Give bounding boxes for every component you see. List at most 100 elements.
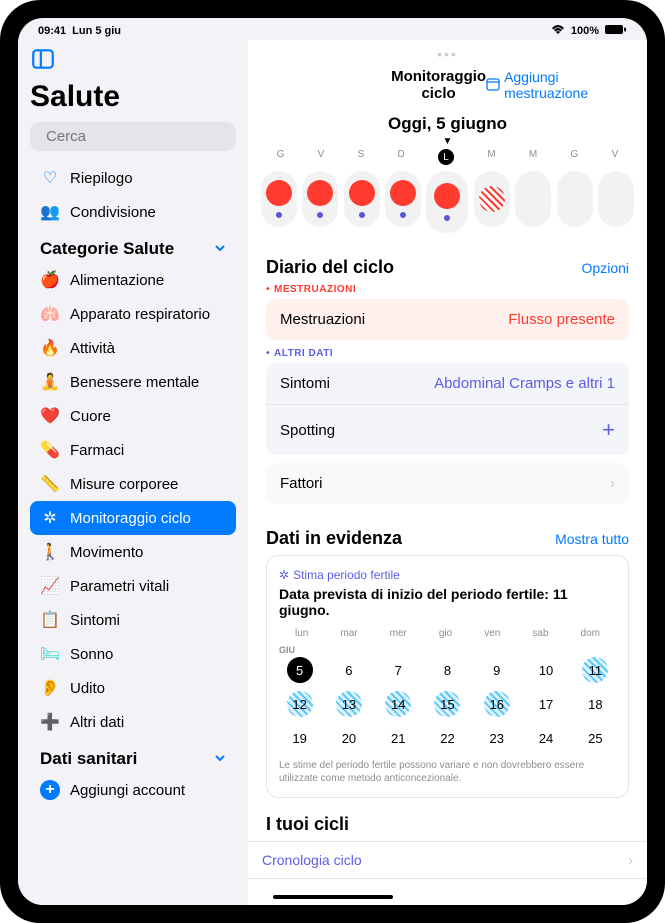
main-content: ••• Monitoraggio ciclo Aggiungi mestruaz… (248, 40, 647, 905)
calendar-day[interactable]: 20 (336, 725, 362, 751)
month-label: GIU (279, 645, 616, 655)
data-logged-dot (444, 215, 450, 221)
search-box[interactable] (30, 122, 236, 151)
flow-predicted (479, 186, 505, 212)
factors-row[interactable]: Fattori › (266, 463, 629, 504)
show-all-button[interactable]: Mostra tutto (555, 531, 629, 547)
cycle-day-oval[interactable] (426, 171, 468, 233)
cycle-icon: ✲ (279, 568, 289, 582)
nav-item-riepilogo[interactable]: ♡Riepilogo (30, 161, 236, 195)
category-icon: 🧘 (40, 372, 60, 392)
sidebar-toggle-icon[interactable] (30, 46, 60, 76)
calendar-day[interactable]: 18 (582, 691, 608, 717)
category-icon: 👂 (40, 678, 60, 698)
nav-item-condivisione[interactable]: 👥Condivisione (30, 195, 236, 229)
calendar-day[interactable]: 25 (582, 725, 608, 751)
flow-indicator (434, 183, 460, 209)
category-parametri-vitali[interactable]: 📈Parametri vitali (30, 569, 236, 603)
plus-circle-icon: + (40, 780, 60, 800)
cycle-day-oval[interactable] (385, 171, 421, 227)
chevron-right-icon: › (610, 475, 615, 492)
home-indicator[interactable] (273, 895, 393, 899)
calendar-day[interactable]: 6 (336, 657, 362, 683)
cycle-day-oval[interactable] (344, 171, 380, 227)
status-time: 09:41 (38, 25, 66, 37)
diary-title: Diario del ciclo (266, 257, 394, 278)
today-arrow-icon: ▼ (248, 136, 647, 149)
chevron-down-icon (214, 239, 226, 259)
symptoms-row[interactable]: Sintomi Abdominal Cramps e altri 1 (266, 363, 629, 405)
flow-indicator (349, 180, 375, 206)
category-benessere-mentale[interactable]: 🧘Benessere mentale (30, 365, 236, 399)
data-logged-dot (317, 212, 323, 218)
calendar-day[interactable]: 14 (385, 691, 411, 717)
health-data-header[interactable]: Dati sanitari (30, 739, 236, 773)
flow-indicator (390, 180, 416, 206)
week-day-row: GVSDLMMGV (248, 149, 647, 165)
category-icon: 📈 (40, 576, 60, 596)
fertile-window-card[interactable]: ✲Stima periodo fertile Data prevista di … (266, 555, 629, 798)
category-udito[interactable]: 👂Udito (30, 671, 236, 705)
cycle-day-oval[interactable] (474, 171, 510, 227)
cycle-day-oval[interactable] (557, 171, 593, 227)
status-bar: 09:41 Lun 5 giu 100% (18, 18, 647, 40)
menstruation-card[interactable]: Mestruazioni Flusso presente (266, 299, 629, 340)
cycle-history-link[interactable]: Cronologia ciclo › (248, 841, 647, 879)
category-movimento[interactable]: 🚶Movimento (30, 535, 236, 569)
week-letter: M (529, 149, 537, 165)
sidebar: Salute ♡Riepilogo👥Condivisione Categorie… (18, 40, 248, 905)
calendar-day[interactable]: 21 (385, 725, 411, 751)
more-icon[interactable]: ••• (437, 46, 458, 62)
other-data-tag: • Altri dati (266, 348, 629, 359)
calendar-day[interactable]: 9 (484, 657, 510, 683)
add-menstruation-button[interactable]: Aggiungi mestruazione (486, 69, 629, 101)
calendar-day[interactable]: 13 (336, 691, 362, 717)
calendar-day[interactable]: 24 (533, 725, 559, 751)
category-sonno[interactable]: 🛏Sonno (30, 637, 236, 671)
diary-options-button[interactable]: Opzioni (582, 260, 629, 276)
cycle-day-oval[interactable] (598, 171, 634, 227)
category-misure-corporee[interactable]: 📏Misure corporee (30, 467, 236, 501)
calendar-day[interactable]: 15 (434, 691, 460, 717)
flow-indicator (307, 180, 333, 206)
category-monitoraggio-ciclo[interactable]: ✲Monitoraggio ciclo (30, 501, 236, 535)
category-sintomi[interactable]: 📋Sintomi (30, 603, 236, 637)
category-altri-dati[interactable]: ➕Altri dati (30, 705, 236, 739)
spotting-row[interactable]: Spotting + (266, 405, 629, 455)
calendar-day[interactable]: 7 (385, 657, 411, 683)
nav-icon: ♡ (40, 168, 60, 188)
calendar-day[interactable]: 11 (582, 657, 608, 683)
calendar-day[interactable]: 22 (434, 725, 460, 751)
category-apparato-respiratorio[interactable]: 🫁Apparato respiratorio (30, 297, 236, 331)
category-farmaci[interactable]: 💊Farmaci (30, 433, 236, 467)
mini-weekday: lun (295, 628, 308, 639)
search-input[interactable] (46, 128, 245, 145)
battery-icon (605, 24, 627, 38)
calendar-day[interactable]: 12 (287, 691, 313, 717)
cycle-day-oval[interactable] (261, 171, 297, 227)
chevron-right-icon: › (628, 852, 633, 868)
calendar-day[interactable]: 5 (287, 657, 313, 683)
add-account-item[interactable]: +Aggiungi account (30, 773, 236, 807)
mini-weekday: ven (484, 628, 500, 639)
calendar-day[interactable]: 16 (484, 691, 510, 717)
category-attività[interactable]: 🔥Attività (30, 331, 236, 365)
calendar-icon (486, 77, 500, 94)
categories-header[interactable]: Categorie Salute (30, 229, 236, 263)
data-logged-dot (400, 212, 406, 218)
cycle-day-oval[interactable] (515, 171, 551, 227)
plus-icon: + (602, 417, 615, 443)
category-alimentazione[interactable]: 🍎Alimentazione (30, 263, 236, 297)
cycle-ovals-row[interactable] (248, 165, 647, 247)
category-icon: ✲ (40, 508, 60, 528)
data-logged-dot (276, 212, 282, 218)
calendar-day[interactable]: 8 (434, 657, 460, 683)
calendar-day[interactable]: 23 (484, 725, 510, 751)
calendar-day[interactable]: 19 (287, 725, 313, 751)
calendar-day[interactable]: 17 (533, 691, 559, 717)
category-cuore[interactable]: ❤️Cuore (30, 399, 236, 433)
category-icon: 💊 (40, 440, 60, 460)
cycle-day-oval[interactable] (302, 171, 338, 227)
calendar-day[interactable]: 10 (533, 657, 559, 683)
flow-indicator (266, 180, 292, 206)
